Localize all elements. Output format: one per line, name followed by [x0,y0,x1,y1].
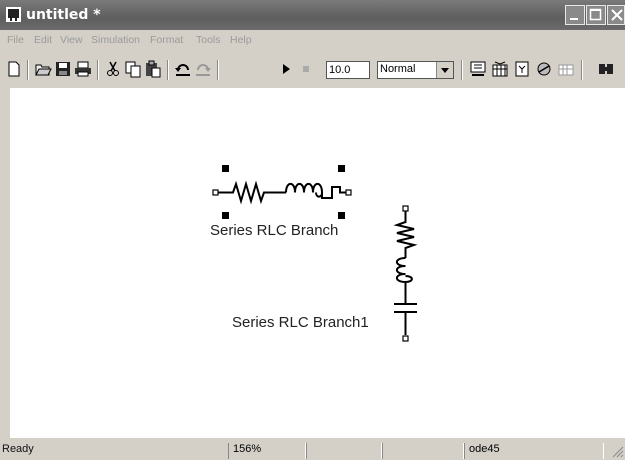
print-icon[interactable] [74,60,92,78]
explorer-icon[interactable] [535,60,553,78]
stop-time-input[interactable] [326,61,370,79]
paste-icon[interactable] [144,60,162,78]
menu-edit[interactable]: Edit [34,34,52,46]
model-canvas[interactable]: Series RLC Branch Series RLC Branch1 [10,88,625,438]
play-icon[interactable] [277,60,295,78]
debug-icon[interactable] [513,60,531,78]
menu-format[interactable]: Format [150,34,183,46]
extra-icon[interactable] [597,60,615,78]
open-icon[interactable] [34,60,52,78]
toolbar-separator [461,60,463,80]
cut-icon[interactable] [104,60,122,78]
selection-handle[interactable] [222,165,229,172]
close-icon [611,9,623,21]
new-icon[interactable] [5,60,23,78]
input-port[interactable] [402,205,409,212]
simulation-mode-select[interactable]: Normal [377,61,454,79]
output-port[interactable] [402,335,409,342]
stop-icon[interactable] [297,60,315,78]
toolbar-separator [217,60,219,80]
simulation-mode-value: Normal [380,63,416,75]
model-icon[interactable] [557,60,575,78]
solver-name: ode45 [464,443,604,459]
block-label[interactable]: Series RLC Branch [210,222,338,239]
selection-handle[interactable] [338,165,345,172]
maximize-icon [589,8,602,21]
rlc-block-2[interactable] [393,205,418,342]
status-text: Ready [2,443,34,455]
minimize-button[interactable] [565,5,585,25]
menu-tools[interactable]: Tools [196,34,221,46]
toolbar-separator [581,60,583,80]
inductor-symbol [395,257,413,295]
menu-bar: File Edit View Simulation Format Tools H… [0,30,625,52]
menu-simulation[interactable]: Simulation [91,34,140,46]
window-title: untitled * [26,7,101,23]
output-port[interactable] [345,189,352,196]
save-icon[interactable] [54,60,72,78]
minimize-icon [570,18,578,20]
menu-help[interactable]: Help [230,34,252,46]
toolbar-separator [167,60,169,80]
redo-icon[interactable] [194,60,212,78]
status-bar: Ready 156% ode45 [0,438,625,460]
toolbar: Normal [0,52,625,88]
zoom-level: 156% [228,443,306,459]
rlc-block-1[interactable] [212,165,352,219]
close-button[interactable] [607,5,625,25]
menu-file[interactable]: File [7,34,24,46]
inductor-symbol [285,182,324,198]
resistor-symbol [218,180,286,205]
status-cell [306,443,382,459]
selection-handle[interactable] [222,212,229,219]
copy-icon[interactable] [124,60,142,78]
toolbar-separator [97,60,99,80]
menu-view[interactable]: View [60,34,83,46]
toolbar-separator [27,60,29,80]
block-label[interactable]: Series RLC Branch1 [232,314,369,331]
simulink-window: untitled * File Edit View Simulation For… [0,0,625,460]
maximize-button[interactable] [586,5,606,25]
input-port[interactable] [212,189,219,196]
capacitor-symbol [394,295,417,335]
status-cell [382,443,464,459]
selection-handle[interactable] [338,212,345,219]
dropdown-arrow[interactable] [436,62,453,78]
app-icon [6,7,21,22]
title-bar[interactable]: untitled * [0,0,625,30]
library-icon[interactable] [491,60,509,78]
resistor-symbol [393,211,418,258]
chevron-down-icon [441,68,449,73]
build-icon[interactable] [469,60,487,78]
resize-grip-icon[interactable] [610,444,624,458]
undo-icon[interactable] [174,60,192,78]
capacitor-symbol [321,186,346,199]
diagram-svg [212,165,418,342]
